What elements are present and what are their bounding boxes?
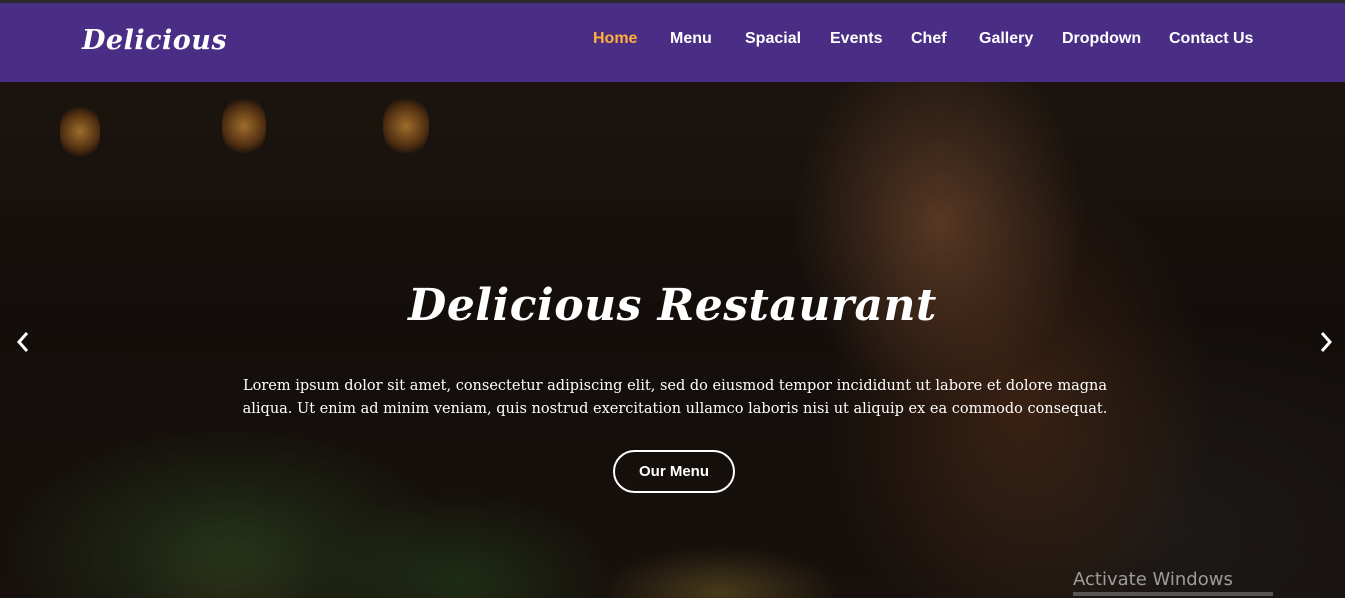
hero-carousel: Delicious Restaurant Lorem ipsum dolor s…: [0, 82, 1345, 598]
chevron-left-icon: [16, 332, 29, 352]
our-menu-button[interactable]: Our Menu: [613, 450, 735, 493]
nav-link-dropdown[interactable]: Dropdown: [1062, 30, 1141, 48]
nav-link-spacial[interactable]: Spacial: [745, 30, 801, 48]
nav-link-chef[interactable]: Chef: [911, 30, 947, 48]
activate-windows-watermark: Activate Windows: [1073, 569, 1233, 590]
carousel-prev-button[interactable]: [8, 327, 38, 357]
nav-link-events[interactable]: Events: [830, 30, 882, 48]
hero-title: Delicious Restaurant: [408, 280, 937, 331]
nav-link-menu[interactable]: Menu: [670, 30, 712, 48]
nav-link-gallery[interactable]: Gallery: [979, 30, 1033, 48]
hero-description: Lorem ipsum dolor sit amet, consectetur …: [242, 378, 1108, 417]
carousel-next-button[interactable]: [1311, 327, 1341, 357]
nav-link-contact[interactable]: Contact Us: [1169, 30, 1253, 48]
nav-menu: Home Menu Spacial Events Chef Gallery Dr…: [0, 3, 1345, 82]
hero-overlay: [0, 82, 1345, 598]
navbar: Delicious Home Menu Spacial Events Chef …: [0, 3, 1345, 82]
nav-link-home[interactable]: Home: [593, 30, 637, 48]
watermark-subtext: [1073, 592, 1273, 596]
chevron-right-icon: [1320, 332, 1333, 352]
